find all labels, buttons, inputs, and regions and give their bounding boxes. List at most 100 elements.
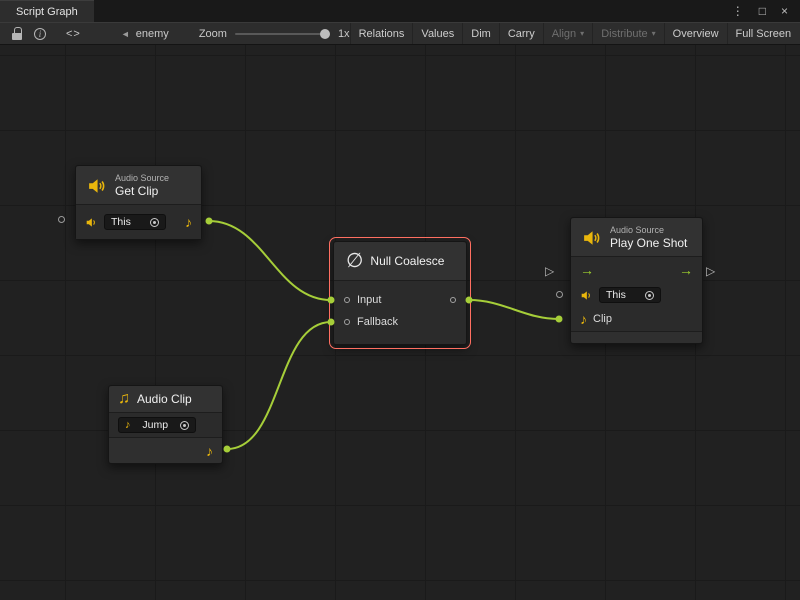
flow-in-triangle-icon[interactable]: ▷ (545, 265, 554, 277)
node-title: Get Clip (115, 184, 169, 198)
menu-icon[interactable]: ⋮ (732, 5, 744, 17)
audio-clip-output-port[interactable]: ♪ (206, 444, 213, 458)
button-label: Carry (508, 28, 535, 40)
close-icon[interactable]: × (781, 5, 788, 17)
flow-in-port[interactable]: → (580, 263, 594, 277)
audio-clip-icon: ♫ (118, 391, 130, 407)
button-label: Full Screen (736, 28, 792, 40)
wire-result-to-clip[interactable] (469, 300, 559, 319)
full-screen-button[interactable]: Full Screen (727, 23, 800, 44)
node-title: Null Coalesce (370, 254, 444, 268)
wire-getclip-to-input[interactable] (209, 221, 331, 300)
object-picker-icon[interactable] (645, 291, 654, 300)
object-picker-icon[interactable] (180, 421, 189, 430)
node-get-clip[interactable]: Audio Source Get Clip This ♪ (75, 165, 202, 240)
target-field[interactable]: This (599, 287, 661, 303)
flow-out-port[interactable]: → (679, 263, 693, 277)
node-category: Audio Source (610, 225, 687, 236)
clip-port-row: ♪ Clip (571, 307, 702, 331)
node-footer (571, 331, 702, 343)
window-tab-bar: Script Graph ⋮ □ × (0, 0, 800, 22)
input-port-label: Input (357, 294, 381, 306)
node-category: Audio Source (115, 173, 169, 184)
target-field[interactable]: This (104, 214, 166, 230)
relations-button[interactable]: Relations (350, 23, 413, 44)
tab-script-graph[interactable]: Script Graph (0, 0, 94, 22)
fallback-port-label: Fallback (357, 316, 398, 328)
clip-port-label: Clip (593, 313, 612, 325)
node-null-coalesce[interactable]: ∅ Null Coalesce Input Fallback (333, 241, 467, 345)
code-icon[interactable]: <> (66, 28, 81, 40)
zoom-label: Zoom (199, 28, 227, 40)
toolbar-buttons: Relations Values Dim Carry Align ▾ Distri… (350, 23, 800, 44)
audio-source-type-icon (580, 290, 593, 301)
carry-button[interactable]: Carry (499, 23, 543, 44)
button-label: Align (552, 28, 576, 40)
note-icon: ♪ (125, 420, 131, 431)
object-picker-icon[interactable] (150, 218, 159, 227)
flow-row: → → (571, 257, 702, 283)
lock-icon (12, 27, 22, 40)
wire-endpoint (206, 218, 213, 225)
overview-button[interactable]: Overview (664, 23, 727, 44)
button-label: Overview (673, 28, 719, 40)
audio-source-icon (86, 177, 108, 195)
graph-asset-icon: ◄ (121, 29, 130, 39)
zoom-control: Zoom 1x (199, 28, 350, 40)
play-one-shot-target-input-port[interactable] (556, 291, 563, 298)
flow-out-triangle-icon[interactable]: ▷ (706, 265, 715, 277)
result-port[interactable] (450, 297, 456, 303)
node-play-one-shot[interactable]: Audio Source Play One Shot → → This ♪ Cl… (570, 217, 703, 344)
graph-toolbar: <> ◄ enemy Zoom 1x Relations Values Dim … (0, 22, 800, 45)
zoom-slider-track (235, 33, 330, 35)
target-row: This (571, 283, 702, 307)
wire-endpoint (224, 446, 231, 453)
graph-canvas[interactable]: Audio Source Get Clip This ♪ ♫ Audio Cli… (0, 45, 800, 600)
button-label: Distribute (601, 28, 647, 40)
output-row: ♪ (109, 437, 222, 463)
input-port-row: Input (334, 289, 466, 311)
zoom-slider-handle[interactable] (320, 29, 330, 39)
value-row: ♪ Jump (109, 413, 222, 437)
chevron-down-icon: ▾ (652, 29, 656, 38)
node-header: ♫ Audio Clip (109, 386, 222, 413)
audioclip-output-port[interactable]: ♪ (185, 215, 192, 229)
wire-endpoint (556, 316, 563, 323)
audio-clip-value: Jump (142, 419, 168, 431)
distribute-button: Distribute ▾ (592, 23, 663, 44)
target-value: This (606, 289, 626, 301)
graph-name: enemy (136, 28, 169, 40)
node-title: Play One Shot (610, 236, 687, 250)
input-port[interactable] (344, 297, 350, 303)
graph-breadcrumb[interactable]: ◄ enemy (121, 28, 169, 40)
node-header: Audio Source Play One Shot (571, 218, 702, 257)
zoom-value: 1x (338, 28, 350, 40)
maximize-icon[interactable]: □ (759, 5, 766, 17)
target-value: This (111, 216, 131, 228)
chevron-down-icon: ▾ (580, 29, 584, 38)
zoom-slider[interactable] (235, 29, 330, 39)
button-label: Values (421, 28, 454, 40)
node-header-text: Audio Source Get Clip (115, 173, 169, 198)
fallback-port[interactable] (344, 319, 350, 325)
window-controls: ⋮ □ × (720, 0, 800, 22)
info-button[interactable] (34, 28, 46, 40)
info-icon (34, 28, 46, 40)
node-header: ∅ Null Coalesce (334, 242, 466, 281)
wire-audioclip-to-fallback[interactable] (227, 322, 331, 449)
node-header-text: Audio Source Play One Shot (610, 225, 687, 250)
get-clip-target-input-port[interactable] (58, 216, 65, 223)
values-button[interactable]: Values (412, 23, 462, 44)
dim-button[interactable]: Dim (462, 23, 499, 44)
audio-clip-field[interactable]: ♪ Jump (118, 417, 196, 433)
audio-source-icon (581, 229, 603, 247)
align-button: Align ▾ (543, 23, 592, 44)
node-audio-clip[interactable]: ♫ Audio Clip ♪ Jump ♪ (108, 385, 223, 464)
ports-section: Input Fallback (334, 281, 466, 333)
tab-label: Script Graph (16, 6, 78, 18)
lock-button[interactable] (12, 27, 22, 40)
node-title: Audio Clip (137, 392, 192, 406)
clip-port-icon[interactable]: ♪ (580, 312, 587, 326)
target-row: This ♪ (76, 205, 201, 239)
button-label: Dim (471, 28, 491, 40)
